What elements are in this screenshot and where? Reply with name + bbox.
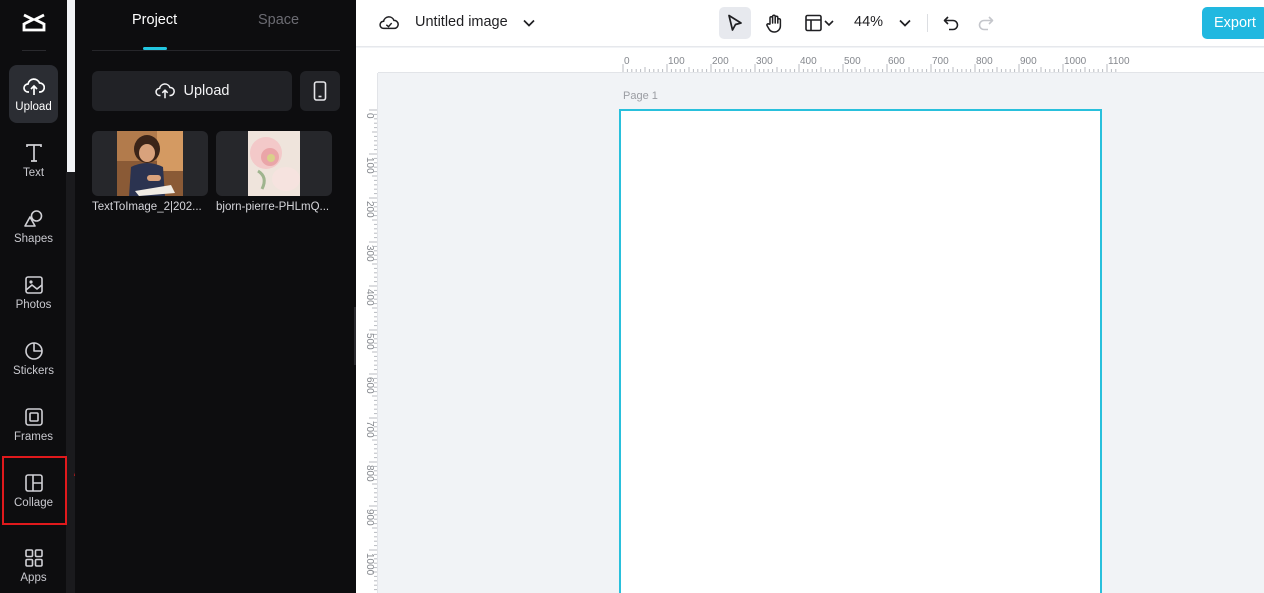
vertical-ruler: 010020030040050060070080090010001100 xyxy=(356,48,378,593)
asset-thumbnail[interactable] xyxy=(216,131,332,196)
rail-item-label: Photos xyxy=(15,298,52,311)
ruler-v-label: 1000 xyxy=(364,553,375,576)
ruler-corner xyxy=(356,48,378,73)
capcut-logo-icon[interactable] xyxy=(21,10,47,36)
ruler-h-label: 100 xyxy=(668,56,685,67)
upload-button-label: Upload xyxy=(183,83,230,99)
ruler-h-label: 800 xyxy=(976,56,993,67)
rail-item-label: Apps xyxy=(20,571,47,584)
logo-divider xyxy=(22,50,46,51)
hand-icon xyxy=(766,14,782,33)
asset-filename: TextToImage_2|202... xyxy=(92,201,202,213)
ruler-v-label: 800 xyxy=(364,465,375,482)
canvas-page[interactable] xyxy=(619,109,1102,593)
rail-item-label: Upload xyxy=(15,100,52,113)
redo-button[interactable] xyxy=(976,12,996,34)
ruler-h-label: 200 xyxy=(712,56,729,67)
shapes-icon xyxy=(23,208,45,230)
rail-item-frames[interactable]: Frames xyxy=(9,395,58,453)
rail-item-label: Text xyxy=(22,166,45,179)
cloud-upload-icon xyxy=(154,82,175,98)
tab-project[interactable]: Project xyxy=(132,12,177,28)
redo-icon xyxy=(978,16,994,31)
toolbar-divider xyxy=(927,14,928,32)
layout-menu-button[interactable] xyxy=(799,7,839,39)
ruler-v-label: 400 xyxy=(364,289,375,306)
frame-icon xyxy=(23,406,45,428)
hand-tool-button[interactable] xyxy=(759,7,789,39)
phone-icon xyxy=(313,81,327,101)
top-toolbar: Untitled image 44% Export xyxy=(356,0,1264,47)
chevron-down-icon[interactable] xyxy=(521,14,537,32)
ruler-v-label: 700 xyxy=(364,421,375,438)
document-title[interactable]: Untitled image xyxy=(415,14,508,30)
tab-space[interactable]: Space xyxy=(258,12,299,28)
rail-item-label: Shapes xyxy=(13,232,53,245)
image-icon xyxy=(23,274,45,296)
rail-item-label: Stickers xyxy=(13,364,54,377)
ruler-h-label: 700 xyxy=(932,56,949,67)
export-button[interactable]: Export xyxy=(1202,7,1264,39)
ruler-h-label: 300 xyxy=(756,56,773,67)
apps-grid-icon xyxy=(23,547,45,569)
cloud-sync-icon[interactable] xyxy=(378,13,400,33)
ruler-v-label: 100 xyxy=(364,157,375,174)
text-icon xyxy=(23,142,45,164)
rail-scrollbar[interactable] xyxy=(66,172,75,593)
undo-button[interactable] xyxy=(941,12,961,34)
rail-item-text[interactable]: Text xyxy=(9,131,58,189)
rail-item-shapes[interactable]: Shapes xyxy=(9,197,58,255)
layout-icon xyxy=(805,14,834,32)
ruler-h-label: 900 xyxy=(1020,56,1037,67)
rail-item-label: Frames xyxy=(14,430,53,443)
cloud-upload-icon xyxy=(22,76,45,98)
ruler-h-label: 0 xyxy=(624,56,630,67)
asset-filename: bjorn-pierre-PHLmQ... xyxy=(216,201,330,213)
ruler-v-label: 900 xyxy=(364,509,375,526)
page-label: Page 1 xyxy=(623,90,658,102)
export-button-label: Export xyxy=(1214,15,1256,31)
ruler-v-label: 0 xyxy=(364,113,375,119)
tab-divider xyxy=(92,50,340,51)
ruler-h-label: 1000 xyxy=(1064,56,1087,67)
ruler-h-label: 1100 xyxy=(1108,56,1130,67)
rail-item-upload[interactable]: Upload xyxy=(9,65,58,123)
ruler-h-label: 600 xyxy=(888,56,905,67)
rail-item-apps[interactable]: Apps xyxy=(9,536,58,593)
horizontal-ruler: 0 100 200 300 400 500 600 700 800 900 1000 1100 xyxy=(378,48,1264,73)
rail-item-photos[interactable]: Photos xyxy=(9,263,58,321)
ruler-h-label: 500 xyxy=(844,56,861,67)
asset-thumbnail[interactable] xyxy=(92,131,208,196)
ruler-v-label: 600 xyxy=(364,377,375,394)
cursor-icon xyxy=(728,14,742,31)
ruler-h-label: 400 xyxy=(800,56,817,67)
ruler-v-label: 500 xyxy=(364,333,375,350)
rail-item-stickers[interactable]: Stickers xyxy=(9,329,58,387)
sticker-icon xyxy=(23,340,45,362)
upload-button[interactable]: Upload xyxy=(92,71,292,111)
asset-image-pink-flower xyxy=(248,131,300,196)
zoom-level[interactable]: 44% xyxy=(854,14,883,30)
collage-highlight-box xyxy=(2,456,67,525)
zoom-chevron-down-icon[interactable] xyxy=(897,14,913,32)
upload-from-phone-button[interactable] xyxy=(300,71,340,111)
undo-icon xyxy=(943,16,959,31)
ruler-v-label: 300 xyxy=(364,245,375,262)
select-tool-button[interactable] xyxy=(719,7,751,39)
assets-panel: Project Space Upload TextToImage_2|202..… xyxy=(75,0,356,593)
ruler-v-label: 200 xyxy=(364,201,375,218)
asset-image-girl-writing xyxy=(117,131,183,196)
